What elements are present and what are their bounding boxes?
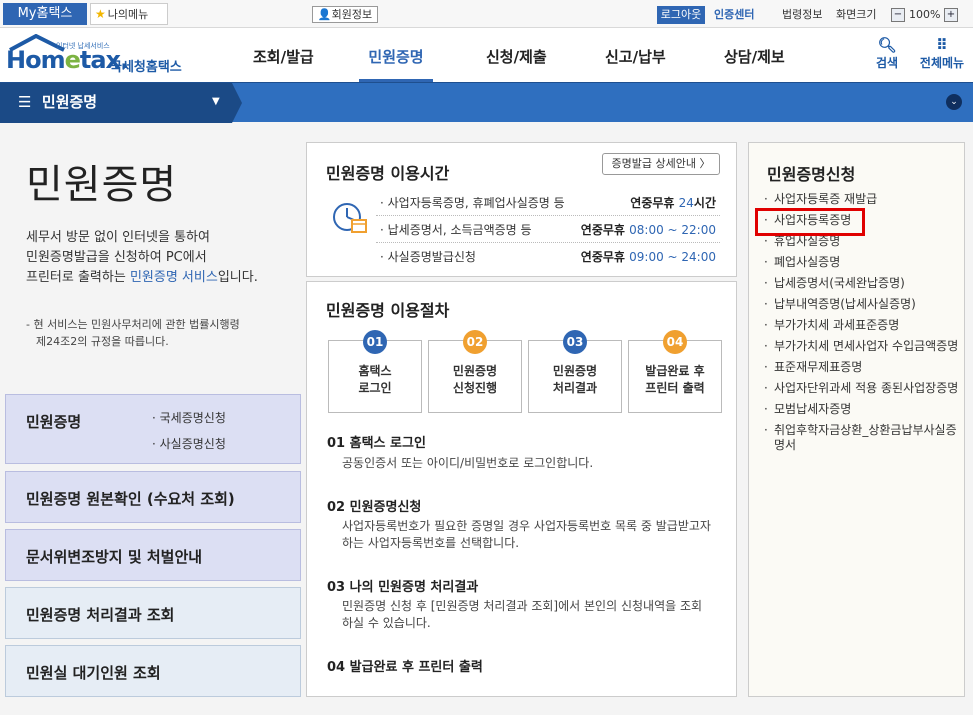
box-title: 문서위변조방지 및 처벌안내	[26, 548, 203, 566]
cert-center-link[interactable]: 인증센터	[714, 6, 754, 24]
grid-icon: ⠿	[936, 36, 948, 54]
nav-lookup-issue[interactable]: 조회/발급	[253, 28, 314, 82]
link-financial-statement-cert[interactable]: 표준재무제표증명	[762, 360, 962, 375]
person-icon: 👤	[317, 8, 332, 21]
chevron-down-icon[interactable]: ⌄	[946, 94, 962, 110]
my-menu-label: 나의메뉴	[107, 8, 149, 21]
proc-heading-3: 03 나의 민원증명 처리결과	[327, 580, 479, 595]
caret-down-icon: ▼	[212, 96, 220, 107]
time-row-business: · 사업자등록증명, 휴폐업사실증명 등 연중무휴 24시간	[376, 190, 720, 216]
proc-heading-1: 01 홈택스 로그인	[327, 436, 426, 451]
section-bar: ☰ 민원증명 ▼ ⌄	[0, 82, 973, 123]
nav-apply-submit[interactable]: 신청/제출	[486, 28, 547, 82]
main-header: 인터넷 납세서비스 Hometax. 국세청홈택스 조회/발급 민원증명 신청/…	[0, 28, 973, 82]
link-tax-payment-cert[interactable]: 납세증명서(국세완납증명)	[762, 276, 962, 291]
proc-heading-2: 02 민원증명신청	[327, 500, 422, 515]
zoom-in-button[interactable]: +	[944, 8, 958, 22]
legal-note: - 현 서비스는 민원사무처리에 관한 법률시행령 제24조2의 규정을 따릅니…	[26, 318, 240, 348]
proc-desc-2: 사업자등록번호가 필요한 증명일 경우 사업자등록번호 목록 중 발급받고자 하는…	[342, 519, 711, 550]
proc-desc-3: 민원증명 신청 후 [민원증명 처리결과 조회]에서 본인의 신청내역을 조회 하…	[342, 599, 703, 630]
application-title: 민원증명신청	[767, 165, 856, 184]
link-unit-taxation-cert[interactable]: 사업자단위과세 적용 종된사업장증명	[762, 381, 962, 396]
search-label: 검색	[875, 56, 899, 70]
screen-size-label: 화면크기	[836, 8, 877, 21]
bar-arrow-decor	[232, 83, 242, 123]
hometax-logo[interactable]: 인터넷 납세서비스 Hometax. 국세청홈택스	[4, 32, 194, 78]
link-payment-history-cert[interactable]: 납부내역증명(납세사실증명)	[762, 297, 962, 312]
member-info-label: 회원정보	[331, 8, 373, 21]
proc-desc-1: 공동인증서 또는 아이디/비밀번호로 로그인합니다.	[342, 456, 594, 470]
box-title: 민원실 대기인원 조회	[26, 664, 161, 682]
link-vat-exempt-income-cert[interactable]: 부가가치세 면세사업자 수입금액증명	[762, 339, 962, 354]
link-suspension-cert[interactable]: 휴업사실증명	[762, 234, 962, 249]
nav-report-pay[interactable]: 신고/납부	[605, 28, 666, 82]
section-dropdown[interactable]: ☰ 민원증명 ▼	[0, 83, 232, 123]
page-title: 민원증명	[26, 162, 178, 208]
zoom-level: 100%	[909, 8, 941, 21]
nav-civil-certificate[interactable]: 민원증명	[359, 28, 433, 82]
zoom-out-button[interactable]: −	[891, 8, 905, 22]
search-button[interactable]: 🔍︎ 검색	[862, 36, 912, 71]
civil-certificate-box[interactable]: 민원증명 · 국세증명신청 · 사실증명신청	[5, 394, 301, 464]
step-number-badge: 02	[463, 330, 487, 354]
link-student-loan-cert[interactable]: 취업후학자금상환_상환금납부사실증명서	[762, 423, 962, 453]
link-model-taxpayer-cert[interactable]: 모범납세자증명	[762, 402, 962, 417]
member-info-button[interactable]: 👤회원정보	[312, 6, 378, 23]
step-number-badge: 03	[563, 330, 587, 354]
all-menu-button[interactable]: ⠿ 전체메뉴	[914, 36, 970, 71]
process-result-box[interactable]: 민원증명 처리결과 조회	[5, 587, 301, 639]
procedure-title: 민원증명 이용절차	[326, 301, 450, 320]
page-description: 세무서 방문 없이 인터넷을 통하여 민원증명발급을 신청하여 PC에서 프린터…	[26, 230, 258, 285]
time-row-fact: · 사실증명발급신청 연중무휴 09:00 ~ 24:00	[380, 250, 716, 264]
nav-consult-report[interactable]: 상담/제보	[724, 28, 785, 82]
logo-sub-text: 국세청홈택스	[110, 60, 182, 75]
section-title: ☰ 민원증명	[18, 93, 98, 111]
utility-bar: My홈택스 ★ 나의메뉴 👤회원정보 로그아웃 인증센터 법령정보 화면크기 − …	[0, 0, 973, 28]
proc-heading-4: 04 발급완료 후 프린터 출력	[327, 660, 483, 675]
all-menu-label: 전체메뉴	[919, 56, 965, 70]
logout-button[interactable]: 로그아웃	[657, 6, 705, 24]
forgery-prevention-box[interactable]: 문서위변조방지 및 처벌안내	[5, 529, 301, 581]
national-tax-cert-link[interactable]: · 국세증명신청	[152, 409, 226, 426]
time-row-tax: · 납세증명서, 소득금액증명 등 연중무휴 08:00 ~ 22:00	[376, 217, 720, 243]
step-number-badge: 01	[363, 330, 387, 354]
highlight-box	[755, 208, 865, 236]
waiting-count-box[interactable]: 민원실 대기인원 조회	[5, 645, 301, 697]
box-title: 민원증명 원본확인 (수요처 조회)	[26, 490, 235, 508]
search-icon: 🔍︎	[877, 36, 897, 54]
my-menu-button[interactable]: ★ 나의메뉴	[90, 3, 168, 25]
original-verify-box[interactable]: 민원증명 원본확인 (수요처 조회)	[5, 471, 301, 523]
box-title: 민원증명	[26, 413, 82, 431]
link-reissue-registration[interactable]: 사업자등록증 재발급	[762, 192, 962, 207]
my-hometax-button[interactable]: My홈택스	[3, 3, 87, 25]
link-closure-cert[interactable]: 폐업사실증명	[762, 255, 962, 270]
usage-time-title: 민원증명 이용시간	[326, 164, 450, 183]
fact-cert-link[interactable]: · 사실증명신청	[152, 435, 226, 452]
law-info-link[interactable]: 법령정보	[782, 6, 822, 24]
detail-guide-button[interactable]: 증명발급 상세안내 〉	[602, 153, 720, 175]
link-vat-standard-cert[interactable]: 부가가치세 과세표준증명	[762, 318, 962, 333]
clock-calendar-icon	[333, 203, 367, 233]
star-icon: ★	[95, 7, 106, 21]
box-title: 민원증명 처리결과 조회	[26, 606, 175, 624]
step-number-badge: 04	[663, 330, 687, 354]
